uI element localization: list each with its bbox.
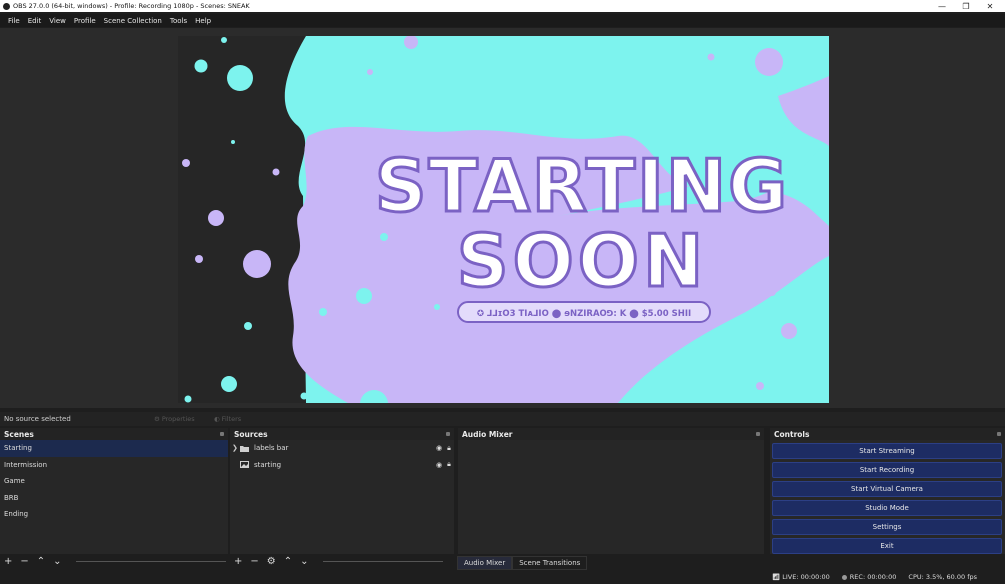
start-virtual-camera-button[interactable]: Start Virtual Camera [772,481,1002,497]
broadcast-icon: 📶︎ [771,573,781,581]
move-up-icon[interactable]: ⌃ [37,556,45,567]
source-item-starting[interactable]: starting ◉ 🔒︎ [230,457,454,474]
gear-icon: ⚙ [154,415,160,423]
lock-icon[interactable]: 🔒︎ [444,444,454,453]
menu-view[interactable]: View [49,17,66,25]
sources-header: Sources [230,428,454,440]
source-label: starting [254,460,282,469]
live-timer: LIVE: 00:00:00 [782,573,830,581]
source-item-labels-bar[interactable]: ❯ labels bar ◉ 🔒︎ [230,440,454,457]
properties-button[interactable]: ⚙ Properties [154,415,195,423]
remove-scene-icon[interactable]: − [20,556,28,567]
menu-profile[interactable]: Profile [74,17,96,25]
starting-soon-artwork: STARTING SOON ✪ ⅃⅃ɪO3 TIᴀ⅃IO ⬤ ɘNZIRAOꓨ:… [182,36,829,403]
obs-logo-icon [3,2,10,10]
scene-item-intermission[interactable]: Intermission [0,457,228,474]
scenes-header: Scenes [0,428,228,440]
preview-area[interactable]: STARTING SOON ✪ ⅃⅃ɪO3 TIᴀ⅃IO ⬤ ɘNZIRAOꓨ:… [0,28,1005,408]
tab-scene-transitions[interactable]: Scene Transitions [512,556,588,570]
controls-dock: Controls Start Streaming Start Recording… [770,428,1005,554]
add-source-icon[interactable]: + [234,556,242,567]
scenes-dock: Scenes Starting Intermission Game BRB En… [0,428,228,554]
cpu-status: CPU: 3.5%, 60.00 fps [908,573,977,581]
scene-item-brb[interactable]: BRB [0,490,228,507]
dock-float-icon[interactable] [756,432,760,436]
dock-float-icon[interactable] [220,432,224,436]
move-up-icon[interactable]: ⌃ [284,556,292,567]
folder-icon [240,445,249,452]
filter-icon: ◐ [214,415,220,423]
lock-icon[interactable]: 🔒︎ [444,460,454,469]
scenes-title: Scenes [4,429,34,439]
record-dot-icon [841,574,847,580]
gear-icon[interactable]: ⚙ [267,556,276,567]
rec-timer: REC: 00:00:00 [849,573,897,581]
studio-mode-button[interactable]: Studio Mode [772,500,1002,516]
dock-float-icon[interactable] [997,432,1001,436]
window-title: OBS 27.0.0 (64-bit, windows) - Profile: … [13,2,250,10]
move-down-icon[interactable]: ⌄ [53,556,61,567]
no-source-label: No source selected [4,415,71,423]
menu-scene-collection[interactable]: Scene Collection [104,17,162,25]
controls-header: Controls [770,428,1005,440]
scene-item-game[interactable]: Game [0,473,228,490]
status-bar: 📶︎ LIVE: 00:00:00 REC: 00:00:00 CPU: 3.5… [0,570,1005,584]
live-status: 📶︎ LIVE: 00:00:00 [772,573,830,581]
sources-toolbar: + − ⚙ ⌃ ⌄ [230,554,454,568]
menu-tools[interactable]: Tools [170,17,187,25]
image-icon [240,461,249,469]
controls-title: Controls [774,429,810,439]
start-recording-button[interactable]: Start Recording [772,462,1002,478]
start-streaming-button[interactable]: Start Streaming [772,443,1002,459]
dock-float-icon[interactable] [446,432,450,436]
starting-text: STARTING [375,144,790,228]
menu-edit[interactable]: Edit [28,17,42,25]
audio-mixer-header: Audio Mixer [458,428,764,440]
rec-status: REC: 00:00:00 [841,573,897,581]
menu-bar: File Edit View Profile Scene Collection … [0,14,1005,27]
exit-button[interactable]: Exit [772,538,1002,554]
eye-icon[interactable]: ◉ [434,444,444,452]
eye-icon[interactable]: ◉ [434,461,444,469]
settings-button[interactable]: Settings [772,519,1002,535]
filters-label: Filters [221,415,242,423]
soon-text: SOON [457,219,708,303]
sources-scrollbar[interactable] [322,560,443,562]
menu-help[interactable]: Help [195,17,211,25]
close-button[interactable]: ✕ [978,0,1002,12]
filters-button[interactable]: ◐ Filters [214,415,241,423]
add-scene-icon[interactable]: + [4,556,12,567]
source-toolbar: No source selected ⚙ Properties ◐ Filter… [0,412,1005,426]
preview-canvas[interactable]: STARTING SOON ✪ ⅃⅃ɪO3 TIᴀ⅃IO ⬤ ɘNZIRAOꓨ:… [178,36,829,403]
sources-title: Sources [234,429,268,439]
scene-item-starting[interactable]: Starting [0,440,228,457]
audio-mixer-dock: Audio Mixer [458,428,764,554]
mixer-tabs: Audio Mixer Scene Transitions [457,556,588,570]
chevron-right-icon[interactable]: ❯ [232,444,240,452]
remove-source-icon[interactable]: − [250,556,258,567]
minimize-button[interactable]: — [930,0,954,12]
scene-item-ending[interactable]: Ending [0,506,228,523]
ticker-text: ✪ ⅃⅃ɪO3 TIᴀ⅃IO ⬤ ɘNZIRAOꓨ: K ⬤ $5.00 SHI… [477,309,691,319]
properties-label: Properties [161,415,195,423]
scenes-scrollbar[interactable] [75,560,226,562]
audio-mixer-title: Audio Mixer [462,429,513,439]
maximize-button[interactable]: ❐ [954,0,978,12]
scenes-toolbar: + − ⌃ ⌄ [0,554,228,568]
move-down-icon[interactable]: ⌄ [300,556,308,567]
source-label: labels bar [254,444,289,453]
sources-dock: Sources ❯ labels bar ◉ 🔒︎ starting ◉ 🔒︎ [230,428,454,554]
tab-audio-mixer[interactable]: Audio Mixer [457,556,513,570]
menu-file[interactable]: File [8,17,20,25]
title-bar: OBS 27.0.0 (64-bit, windows) - Profile: … [0,0,1005,12]
